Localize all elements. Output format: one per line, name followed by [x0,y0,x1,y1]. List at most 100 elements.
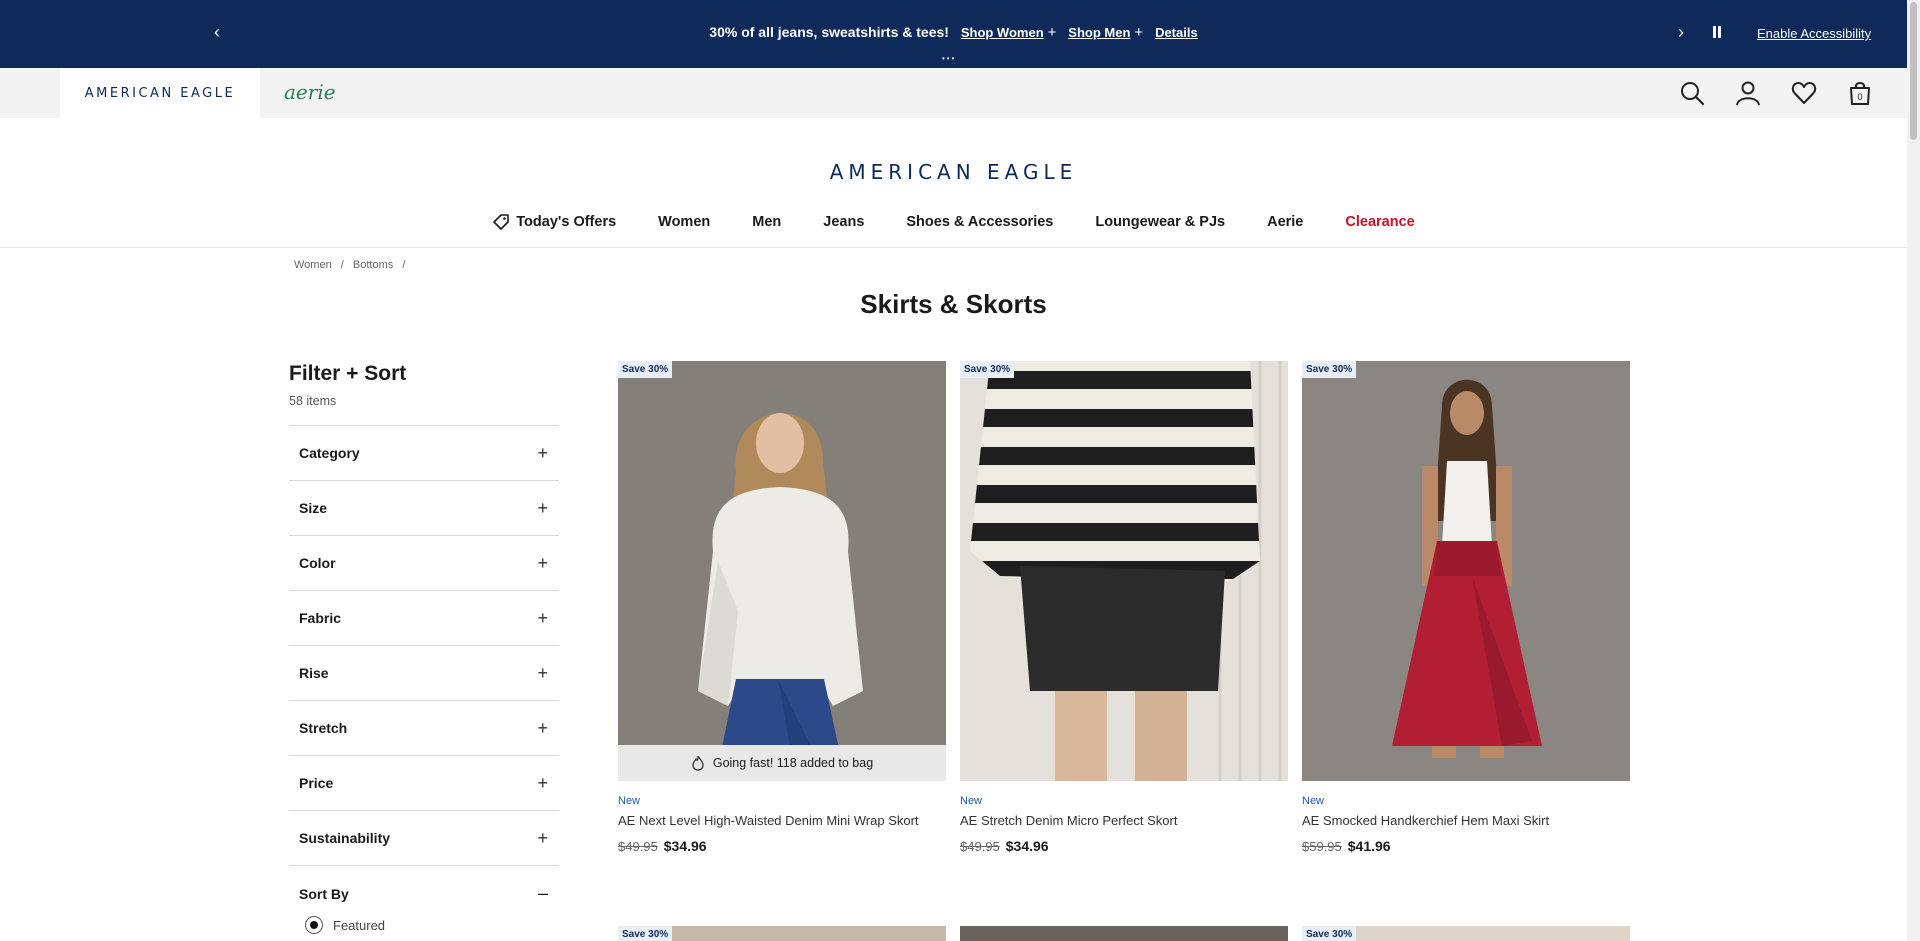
scrollbar-thumb[interactable] [1910,2,1917,140]
flame-icon [692,755,704,771]
plus-icon: + [537,442,548,463]
nav-aerie[interactable]: Aerie [1267,213,1303,231]
sale-price: $41.96 [1347,838,1391,854]
product-card[interactable]: Save 30% New AE Smocked Handkerchief Hem… [1302,361,1630,854]
product-new-flag: New [1302,795,1325,807]
product-card[interactable]: Save 30% [618,926,946,941]
product-card[interactable]: Save 30% New AE Stretch Denim Micro Perf… [960,361,1288,854]
sale-price: $34.96 [663,838,707,854]
site-logo[interactable]: AMERICAN EAGLE [0,160,1907,184]
nav-loungewear[interactable]: Loungewear & PJs [1095,213,1225,231]
nav-shoes-accessories[interactable]: Shoes & Accessories [906,213,1053,231]
plus-icon: + [537,552,548,573]
breadcrumb-women[interactable]: Women [294,259,332,271]
save-badge: Save 30% [960,361,1015,378]
facet-list: Category + Size + Color + Fabric + Rise + Str… [289,425,559,934]
facet-color[interactable]: Color + [289,536,559,591]
bag-count: 0 [1857,92,1862,102]
details-link[interactable]: Details [1155,25,1198,40]
nav-divider [0,247,1907,248]
product-price: $49.95 $34.96 [960,838,1288,854]
facet-category[interactable]: Category + [289,426,559,481]
filter-title: Filter + Sort [289,362,407,385]
shop-women-link[interactable]: Shop Women [961,25,1044,40]
product-photo [1302,361,1630,781]
product-price: $49.95 $34.96 [618,838,946,854]
facet-stretch[interactable]: Stretch + [289,701,559,756]
breadcrumb-separator: / [340,259,344,271]
shop-men-link[interactable]: Shop Men [1068,25,1130,40]
product-image[interactable]: Save 30% Going fast! 118 added to bag [618,361,946,781]
product-image[interactable]: Save 30% [1302,361,1630,781]
facet-fabric[interactable]: Fabric + [289,591,559,646]
pause-icon[interactable] [1712,26,1722,38]
tag-icon [493,214,510,230]
facet-label: Price [299,775,334,791]
carousel-dots: ••• [942,54,957,63]
save-badge: Save 30% [1302,361,1357,378]
nav-label: Today's Offers [516,214,617,230]
product-price: $59.95 $41.96 [1302,838,1630,854]
nav-men[interactable]: Men [752,213,781,231]
product-card[interactable] [960,926,1288,941]
brand-tab-ae[interactable]: AMERICAN EAGLE [60,68,260,118]
sort-by-toggle[interactable]: Sort By – [289,866,559,921]
facet-label: Color [299,555,336,571]
facet-label: Sustainability [299,830,391,846]
sort-option-label: Featured [333,917,386,933]
facet-price[interactable]: Price + [289,756,559,811]
facet-sustainability[interactable]: Sustainability + [289,811,559,866]
going-fast-text: Going fast! 118 added to bag [712,756,874,770]
promo-next-icon[interactable]: › [1678,22,1684,43]
product-name[interactable]: AE Smocked Handkerchief Hem Maxi Skirt [1302,813,1630,828]
heart-icon[interactable] [1791,80,1817,106]
product-new-flag: New [960,795,983,807]
page-title: Skirts & Skorts [860,289,1047,319]
nav-clearance[interactable]: Clearance [1345,213,1414,231]
product-new-flag: New [618,795,641,807]
save-badge: Save 30% [618,361,673,378]
facet-label: Rise [299,665,329,681]
original-price: $49.95 [618,839,658,854]
save-badge: Save 30% [618,926,673,941]
product-image[interactable]: Save 30% [618,926,946,941]
product-card[interactable]: Save 30% Going fast! 118 added to bag Ne… [618,361,946,854]
sort-by-label: Sort By [299,885,349,902]
brand-bar: AMERICAN EAGLE aerie 0 [0,68,1907,118]
promo-message: 30% of all jeans, sweatshirts & tees! Sh… [0,24,1907,41]
facet-rise[interactable]: Rise + [289,646,559,701]
item-count: 58 items [289,394,337,408]
product-name[interactable]: AE Next Level High-Waisted Denim Mini Wr… [618,813,946,828]
bag-icon[interactable]: 0 [1847,80,1873,106]
breadcrumb-bottoms[interactable]: Bottoms [353,259,393,271]
product-image[interactable]: Save 30% [960,361,1288,781]
original-price: $49.95 [960,839,1000,854]
sale-price: $34.96 [1005,838,1049,854]
plus-icon: + [537,827,548,848]
promo-banner: ‹ 30% of all jeans, sweatshirts & tees! … [0,0,1907,68]
facet-label: Category [299,445,360,461]
filter-sidebar: Filter + Sort 58 items Category + Size + C… [289,362,559,934]
page-scrollbar[interactable] [1907,0,1920,941]
enable-accessibility-link[interactable]: Enable Accessibility [1757,26,1871,41]
product-image[interactable] [960,926,1288,941]
plus-icon: + [1047,24,1057,41]
facet-size[interactable]: Size + [289,481,559,536]
plus-icon: + [537,662,548,683]
product-card[interactable]: Save 30% [1302,926,1630,941]
facet-label: Stretch [299,720,348,736]
product-image[interactable]: Save 30% [1302,926,1630,941]
search-icon[interactable] [1679,80,1705,106]
plus-icon: + [1134,24,1144,41]
breadcrumb: Women / Bottoms / [294,259,411,271]
radio-selected[interactable] [305,916,323,934]
original-price: $59.95 [1302,839,1342,854]
brand-tab-aerie[interactable]: aerie [284,80,336,104]
nav-jeans[interactable]: Jeans [823,213,864,231]
product-name[interactable]: AE Stretch Denim Micro Perfect Skort [960,813,1288,828]
account-icon[interactable] [1735,80,1761,106]
promo-text: 30% of all jeans, sweatshirts & tees! [709,24,949,40]
nav-todays-offers[interactable]: Today's Offers [492,213,616,231]
nav-women[interactable]: Women [658,213,710,231]
sort-option-featured[interactable]: Featured [289,916,559,934]
